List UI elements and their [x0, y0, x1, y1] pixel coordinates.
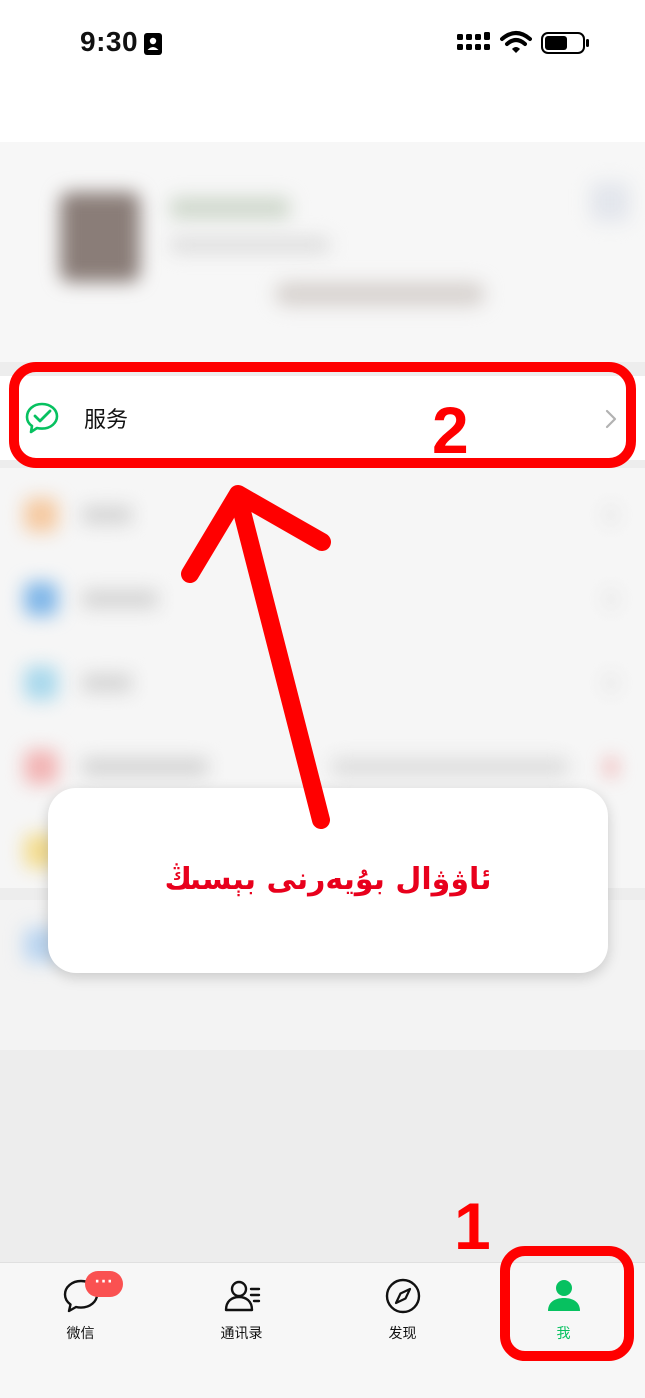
list-item-label-blurred [82, 506, 132, 524]
cards-icon [24, 666, 58, 700]
chevron-right-icon [606, 674, 616, 692]
tab-label: 微信 [66, 1326, 95, 1342]
tab-chats[interactable]: ··· 微信 [0, 1263, 161, 1363]
tab-label: 我 [556, 1326, 571, 1342]
callout-text: ئاۋۋال بۇيەرنى بېسىڭ [164, 862, 492, 897]
step-number-2: 2 [432, 393, 469, 467]
channels-icon [24, 750, 58, 784]
list-item-value-blurred [332, 758, 568, 776]
instruction-callout: ئاۋۋال بۇيەرنى بېسىڭ [48, 788, 608, 973]
tab-me[interactable]: 我 [483, 1263, 644, 1363]
person-icon [548, 1280, 580, 1311]
tab-label: 通讯录 [220, 1326, 263, 1342]
chevron-right-icon [605, 409, 617, 429]
profile-name-blurred [170, 197, 290, 219]
list-item[interactable] [0, 556, 645, 640]
wechat-pay-icon [25, 402, 59, 434]
tab-bar: ··· 微信 通讯录 发现 我 [0, 1262, 645, 1398]
list-item-label-blurred [82, 674, 132, 692]
id-card-icon [144, 33, 162, 55]
chevron-right-icon [606, 506, 616, 524]
signal-icon [457, 32, 490, 50]
moments-icon [24, 582, 58, 616]
tab-discover[interactable]: 发现 [322, 1263, 483, 1363]
contacts-icon [224, 1280, 261, 1312]
status-time: 9:30 [80, 26, 139, 57]
list-item[interactable] [0, 640, 645, 724]
profile-id-blurred [170, 237, 330, 253]
tab-contacts[interactable]: 通讯录 [161, 1263, 322, 1363]
unread-badge: ··· [85, 1271, 123, 1297]
battery-icon [541, 32, 589, 54]
compass-icon [385, 1278, 421, 1314]
service-row[interactable]: 服务 [0, 376, 645, 460]
avatar [60, 192, 140, 282]
service-label: 服务 [84, 408, 129, 433]
step-number-1: 1 [454, 1189, 491, 1263]
profile-status-blurred [275, 282, 485, 306]
wifi-icon [500, 31, 532, 53]
favorites-icon [24, 498, 58, 532]
qr-code-icon [590, 182, 630, 222]
list-item-label-blurred [82, 758, 208, 776]
status-bar: 9:30 [0, 0, 645, 142]
chevron-right-icon [606, 590, 616, 608]
profile-header[interactable] [0, 142, 645, 362]
chevron-right-icon [606, 758, 616, 776]
list-item[interactable] [0, 472, 645, 556]
tab-label: 发现 [388, 1326, 417, 1342]
list-item-label-blurred [82, 590, 158, 608]
